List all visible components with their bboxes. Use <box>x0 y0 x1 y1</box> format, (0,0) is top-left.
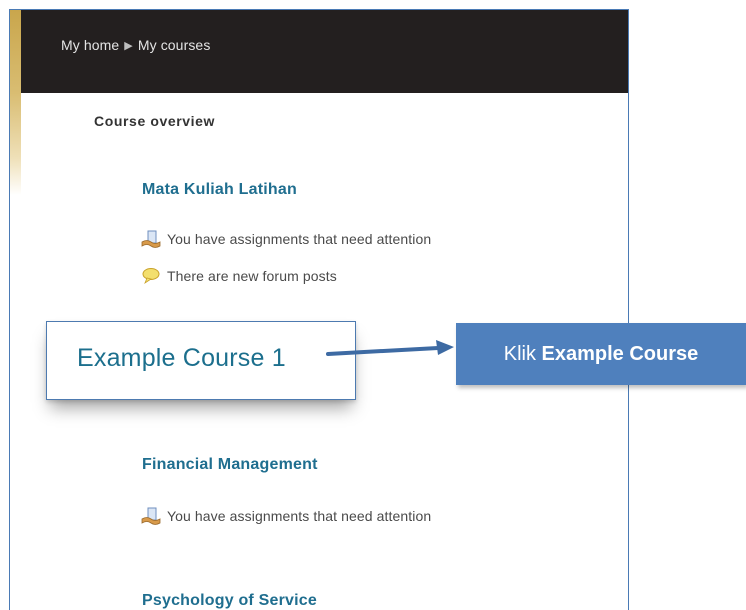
course-overview-heading: Course overview <box>94 113 216 129</box>
assignment-notice: You have assignments that need attention <box>141 506 431 526</box>
forum-notice-text: There are new forum posts <box>167 268 337 284</box>
assignment-icon <box>141 507 161 525</box>
instruction-prefix: Klik <box>503 343 542 365</box>
assignment-notice: You have assignments that need attention <box>141 229 431 249</box>
assignment-notice-text: You have assignments that need attention <box>167 508 432 524</box>
arrow-icon <box>326 340 454 356</box>
course-link-financial-management[interactable]: Financial Management <box>142 456 318 474</box>
instruction-bold: Example Course <box>541 343 699 365</box>
breadcrumb-separator-icon: ▶ <box>124 40 133 52</box>
moodle-screenshot-frame: My home ▶ My courses Course overview Mata … <box>9 9 629 610</box>
assignment-notice-text: You have assignments that need attention <box>167 231 432 247</box>
instruction-label: Klik Example Course <box>456 323 746 385</box>
breadcrumb-my-courses[interactable]: My courses <box>138 37 211 53</box>
theme-accent-bar <box>10 10 21 195</box>
forum-bubble-icon <box>142 268 160 285</box>
zoom-callout: Example Course 1 <box>46 321 356 400</box>
breadcrumb: My home ▶ My courses <box>61 37 210 53</box>
callout-example-course-link[interactable]: Example Course 1 <box>77 344 286 373</box>
navbar: My home ▶ My courses <box>21 10 628 93</box>
assignment-icon <box>141 230 161 248</box>
forum-notice: There are new forum posts <box>141 266 337 286</box>
course-link-psychology-of-service[interactable]: Psychology of Service <box>142 592 317 610</box>
breadcrumb-my-home[interactable]: My home <box>61 37 119 53</box>
course-link-mata-kuliah-latihan[interactable]: Mata Kuliah Latihan <box>142 181 297 199</box>
